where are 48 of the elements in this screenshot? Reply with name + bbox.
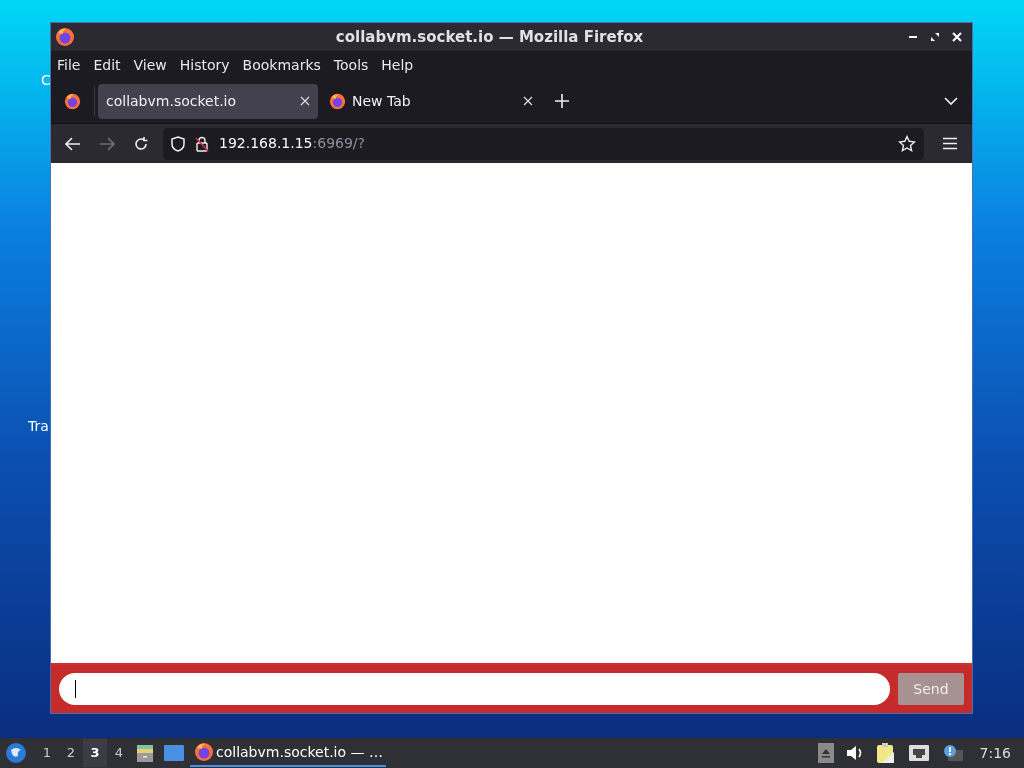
menu-item[interactable]: File: [57, 54, 81, 76]
file-cabinet-icon[interactable]: [135, 743, 155, 763]
workspace-button[interactable]: 3: [83, 739, 107, 767]
start-menu-icon[interactable]: [5, 742, 27, 764]
tab-title: New Tab: [352, 91, 412, 111]
close-tab-icon[interactable]: [523, 96, 533, 106]
close-icon: [952, 32, 962, 42]
tab-favicon-icon: [329, 92, 346, 110]
menu-item[interactable]: Edit: [93, 54, 121, 76]
new-tab-icon[interactable]: [555, 94, 569, 108]
back-arrow-icon[interactable]: [65, 136, 81, 151]
task-app-icon: [194, 742, 214, 762]
workspace-button[interactable]: 4: [107, 739, 131, 767]
chat-input-field[interactable]: [59, 673, 890, 705]
desktop-square-icon[interactable]: [164, 744, 184, 762]
address-bar[interactable]: 192.168.1.15:6969/?: [163, 127, 924, 160]
shield-icon: [171, 135, 185, 152]
chevron-down-icon[interactable]: [944, 96, 958, 106]
bookmark-star-icon[interactable]: [898, 134, 916, 153]
app-logo-icon: [55, 27, 75, 47]
reload-icon[interactable]: [133, 135, 149, 152]
tab-title: collabvm.socket.io: [106, 91, 238, 111]
workspace-button[interactable]: 1: [35, 739, 59, 767]
menu-item[interactable]: View: [133, 54, 167, 76]
url-text: 192.168.1.15:6969/?: [219, 134, 365, 153]
speaker-icon[interactable]: [845, 745, 864, 761]
desktop-icon-label: Tra: [28, 417, 50, 436]
insecure-lock-icon: [195, 135, 209, 152]
firefox-view-icon: [64, 92, 81, 110]
menu-item[interactable]: History: [179, 54, 230, 76]
close-tab-icon[interactable]: [300, 96, 310, 106]
maximize-icon: [930, 32, 940, 42]
browser-tab[interactable]: New Tab: [321, 83, 541, 119]
menu-item[interactable]: Help: [381, 54, 414, 76]
menu-item[interactable]: Tools: [333, 54, 369, 76]
taskbar-task[interactable]: collabvm.socket.io — …: [190, 739, 386, 767]
workspace-button[interactable]: 2: [59, 739, 83, 767]
window-title: collabvm.socket.io — Mozilla Firefox: [334, 26, 645, 48]
task-title: collabvm.socket.io — …: [216, 742, 383, 762]
clipboard-icon[interactable]: [875, 742, 896, 764]
clock: 7:16: [979, 743, 1011, 763]
notification-icon[interactable]: [941, 744, 964, 762]
eject-icon[interactable]: [817, 743, 834, 763]
menu-icon[interactable]: [942, 137, 958, 150]
network-icon[interactable]: [907, 744, 930, 762]
browser-tab[interactable]: collabvm.socket.io: [98, 83, 318, 119]
menu-item[interactable]: Bookmarks: [242, 54, 321, 76]
desktop-icon-label: C: [41, 71, 51, 90]
